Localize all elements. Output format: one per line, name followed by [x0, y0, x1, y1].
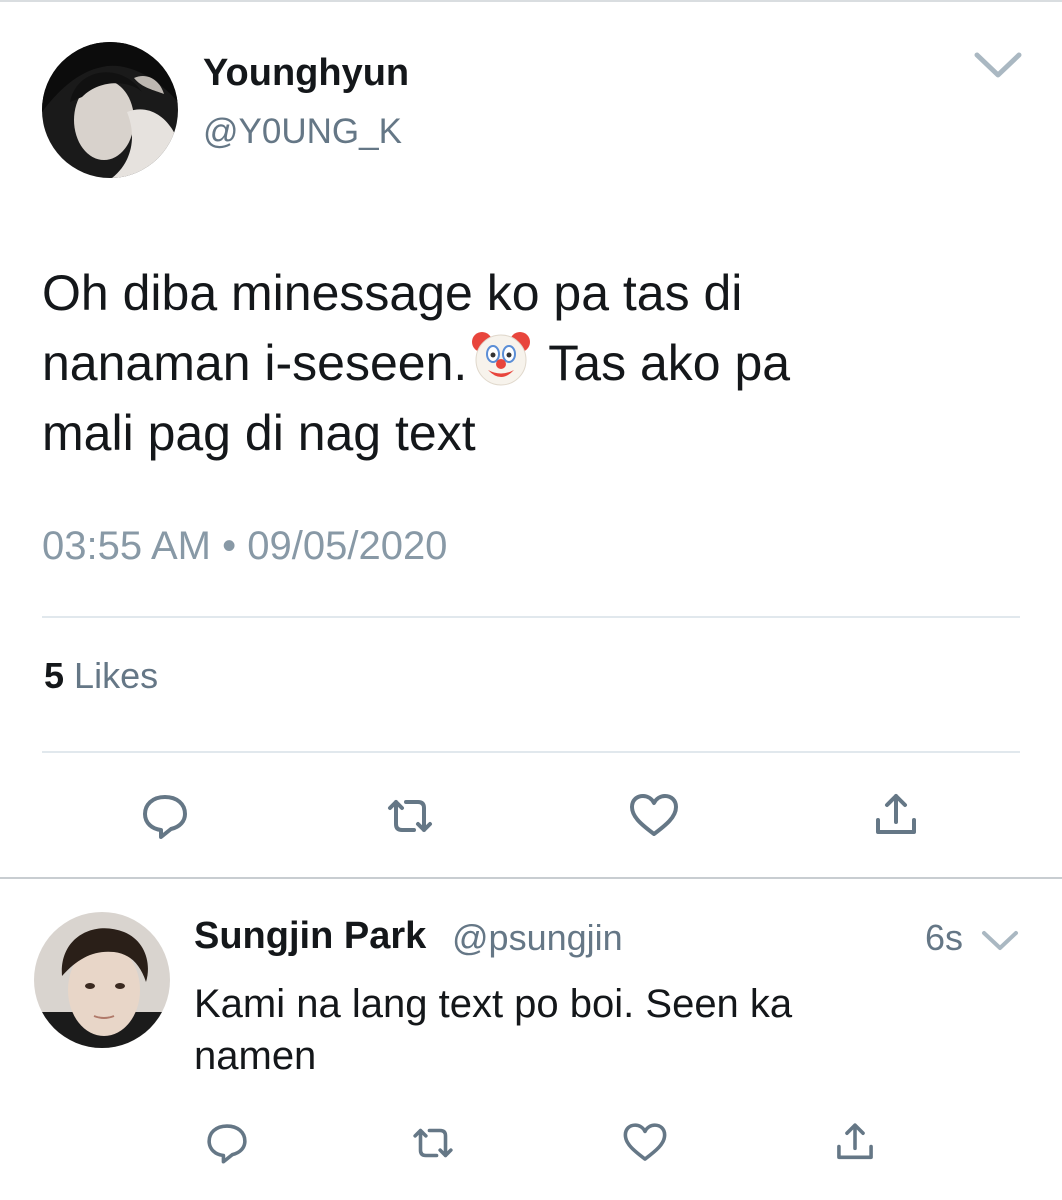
avatar-photo	[42, 42, 178, 178]
author-avatar[interactable]	[42, 42, 178, 178]
reply-text: Kami na lang text po boi. Seen ka namen	[194, 978, 1034, 1082]
reply-icon[interactable]	[137, 788, 193, 844]
avatar-photo	[34, 912, 170, 1048]
author-handle[interactable]: @Y0UNG_K	[203, 112, 402, 152]
tweet-timestamp[interactable]: 03:55 AM • 09/05/2020	[42, 524, 447, 569]
author-display-name[interactable]: Younghyun	[203, 52, 409, 95]
divider	[42, 616, 1020, 618]
divider	[42, 751, 1020, 753]
likes-count[interactable]: 5 Likes	[44, 655, 158, 697]
reply-author-handle[interactable]: @psungjin	[452, 917, 623, 959]
clown-face-icon	[471, 328, 531, 388]
retweet-icon[interactable]	[382, 788, 438, 844]
tweet-text-line-with-emoji: nanaman i-seseen. Tas ako pa	[42, 328, 1032, 398]
tweet-text: Oh diba minessage ko pa tas di nanaman i…	[42, 258, 1032, 468]
tweet-text-line: mali pag di nag text	[42, 405, 476, 461]
section-separator	[0, 877, 1062, 879]
share-icon[interactable]	[830, 1118, 880, 1168]
tweet-text-fragment: Tas ako pa	[548, 335, 791, 391]
heart-icon[interactable]	[620, 1118, 670, 1168]
share-icon[interactable]	[868, 788, 924, 844]
reply-icon[interactable]	[202, 1118, 252, 1168]
chevron-down-icon[interactable]	[980, 928, 1020, 954]
heart-icon[interactable]	[626, 788, 682, 844]
chevron-down-icon[interactable]	[972, 48, 1024, 82]
tweet-text-fragment: nanaman i-seseen.	[42, 335, 468, 391]
top-border	[0, 0, 1062, 2]
reply-author-display-name[interactable]: Sungjin Park	[194, 915, 426, 958]
reply-text-line: namen	[194, 1034, 317, 1078]
tweet-text-line: Oh diba minessage ko pa tas di	[42, 265, 743, 321]
reply-text-line: Kami na lang text po boi. Seen ka	[194, 982, 793, 1026]
retweet-icon[interactable]	[408, 1118, 458, 1168]
reply-time[interactable]: 6s	[925, 917, 963, 959]
reply-author-avatar[interactable]	[34, 912, 170, 1048]
likes-number: 5	[44, 655, 65, 696]
likes-label: Likes	[74, 655, 159, 696]
